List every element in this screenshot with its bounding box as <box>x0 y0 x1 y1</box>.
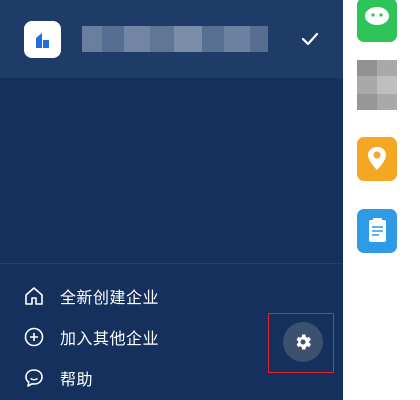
menu-item-create-enterprise[interactable]: 全新创建企业 <box>22 282 159 310</box>
check-icon[interactable] <box>299 28 321 50</box>
menu-item-label: 全新创建企业 <box>60 288 160 307</box>
chat-app-icon <box>357 0 397 42</box>
divider <box>0 263 343 264</box>
clipboard-app-icon <box>357 209 397 253</box>
plus-circle-icon <box>22 325 46 349</box>
menu-item-join-enterprise[interactable]: 加入其他企业 <box>22 323 159 351</box>
highlight-box <box>268 313 334 373</box>
menu-item-label: 帮助 <box>60 370 94 389</box>
menu-item-help[interactable]: 帮助 <box>22 364 93 392</box>
location-app-icon <box>357 137 397 181</box>
org-name-pixelated <box>82 26 282 52</box>
blurred-app-icon <box>357 60 397 110</box>
chat-bubble-icon <box>22 366 46 390</box>
org-header[interactable] <box>0 0 343 78</box>
org-logo <box>24 21 61 58</box>
menu-item-label: 加入其他企业 <box>60 329 160 348</box>
org-logo-icon <box>35 32 49 48</box>
side-drawer: 全新创建企业 加入其他企业 帮助 <box>0 0 343 400</box>
home-icon <box>22 284 46 308</box>
